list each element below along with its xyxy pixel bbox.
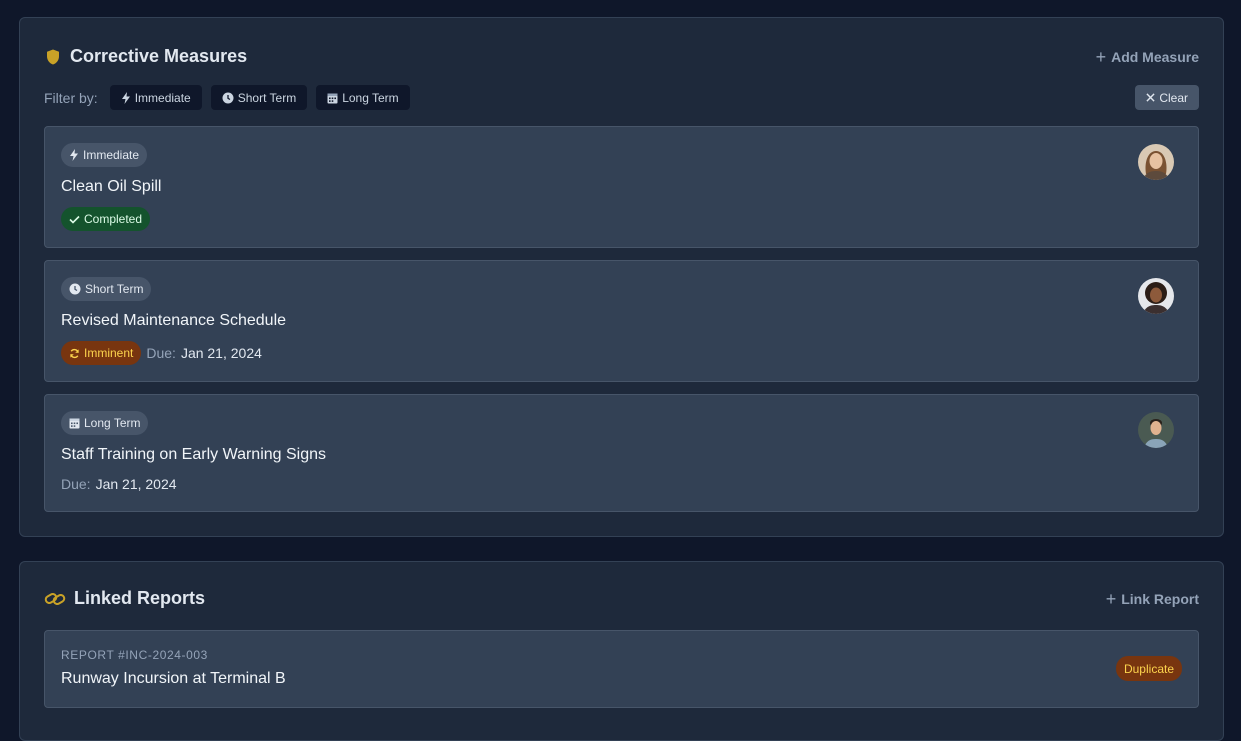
clear-label: Clear <box>1159 90 1188 105</box>
report-title: Runway Incursion at Terminal B <box>61 670 286 687</box>
report-id: REPORT #INC-2024-003 <box>61 648 208 662</box>
link-report-button[interactable]: + Link Report <box>1106 590 1199 608</box>
close-icon <box>1146 93 1155 102</box>
duplicate-badge: Duplicate <box>1115 656 1182 681</box>
filter-chip-label: Immediate <box>134 90 191 105</box>
status-badge: Imminent <box>61 341 142 365</box>
type-badge: Immediate <box>61 143 148 167</box>
link-icon <box>44 590 66 608</box>
measures-title: Corrective Measures <box>44 46 247 67</box>
add-measure-button[interactable]: + Add Measure <box>1096 48 1199 66</box>
reports-header: Linked Reports + Link Report <box>44 588 1199 609</box>
calendar-icon <box>69 417 80 429</box>
measure-title: Clean Oil Spill <box>61 178 162 195</box>
filter-chip-long-term[interactable]: Long Term <box>316 85 410 110</box>
filter-row: Filter by: Immediate Short Term Long Ter… <box>44 85 1199 110</box>
type-badge-label: Short Term <box>85 282 144 296</box>
measure-meta: Completed <box>61 207 151 231</box>
filter-label: Filter by: <box>44 89 98 106</box>
check-icon <box>69 215 80 224</box>
assignee-avatar[interactable] <box>1138 144 1174 180</box>
type-badge-label: Long Term <box>84 416 141 430</box>
type-badge: Long Term <box>61 411 149 435</box>
refresh-icon <box>69 348 80 359</box>
measure-card[interactable]: Immediate Clean Oil Spill Completed <box>44 126 1199 248</box>
filter-chip-short-term[interactable]: Short Term <box>210 85 308 110</box>
reports-title-text: Linked Reports <box>74 588 206 608</box>
filter-chip-label: Long Term <box>342 90 399 105</box>
type-badge-label: Immediate <box>83 148 140 162</box>
status-badge: Completed <box>61 207 151 231</box>
link-report-label: Link Report <box>1121 590 1199 607</box>
add-measure-label: Add Measure <box>1111 48 1199 65</box>
status-label: Imminent <box>84 346 134 360</box>
type-badge: Short Term <box>61 277 152 301</box>
filter-chip-immediate[interactable]: Immediate <box>109 85 202 110</box>
due-date: Jan 21, 2024 <box>95 476 177 492</box>
report-card[interactable]: REPORT #INC-2024-003 Runway Incursion at… <box>44 630 1199 708</box>
due-label: Due: <box>61 476 91 492</box>
bolt-icon <box>121 91 131 104</box>
due-date: Jan 21, 2024 <box>180 345 262 361</box>
filter-chip-label: Short Term <box>237 90 297 105</box>
plus-icon: + <box>1105 588 1117 609</box>
clock-icon <box>222 92 234 104</box>
measure-meta: Imminent Due: Jan 21, 2024 <box>61 341 262 365</box>
assignee-avatar[interactable] <box>1138 278 1174 314</box>
assignee-avatar[interactable] <box>1138 412 1174 448</box>
linked-reports-panel: Linked Reports + Link Report REPORT #INC… <box>19 561 1224 741</box>
measure-card[interactable]: Short Term Revised Maintenance Schedule … <box>44 260 1199 382</box>
corrective-measures-panel: Corrective Measures + Add Measure Filter… <box>19 17 1224 537</box>
measure-title: Revised Maintenance Schedule <box>61 312 287 329</box>
measures-header: Corrective Measures + Add Measure <box>44 46 1199 67</box>
measure-card[interactable]: Long Term Staff Training on Early Warnin… <box>44 394 1199 512</box>
calendar-icon <box>327 92 338 104</box>
clock-icon <box>69 283 81 295</box>
measure-meta: Due: Jan 21, 2024 <box>61 476 177 492</box>
status-label: Completed <box>84 212 143 226</box>
measures-title-text: Corrective Measures <box>70 46 248 66</box>
clear-filters-button[interactable]: Clear <box>1135 85 1199 110</box>
measure-title: Staff Training on Early Warning Signs <box>61 446 327 463</box>
due-label: Due: <box>146 345 176 361</box>
reports-title: Linked Reports <box>44 588 205 609</box>
shield-icon <box>44 48 62 66</box>
bolt-icon <box>69 149 79 161</box>
plus-icon: + <box>1095 46 1107 67</box>
